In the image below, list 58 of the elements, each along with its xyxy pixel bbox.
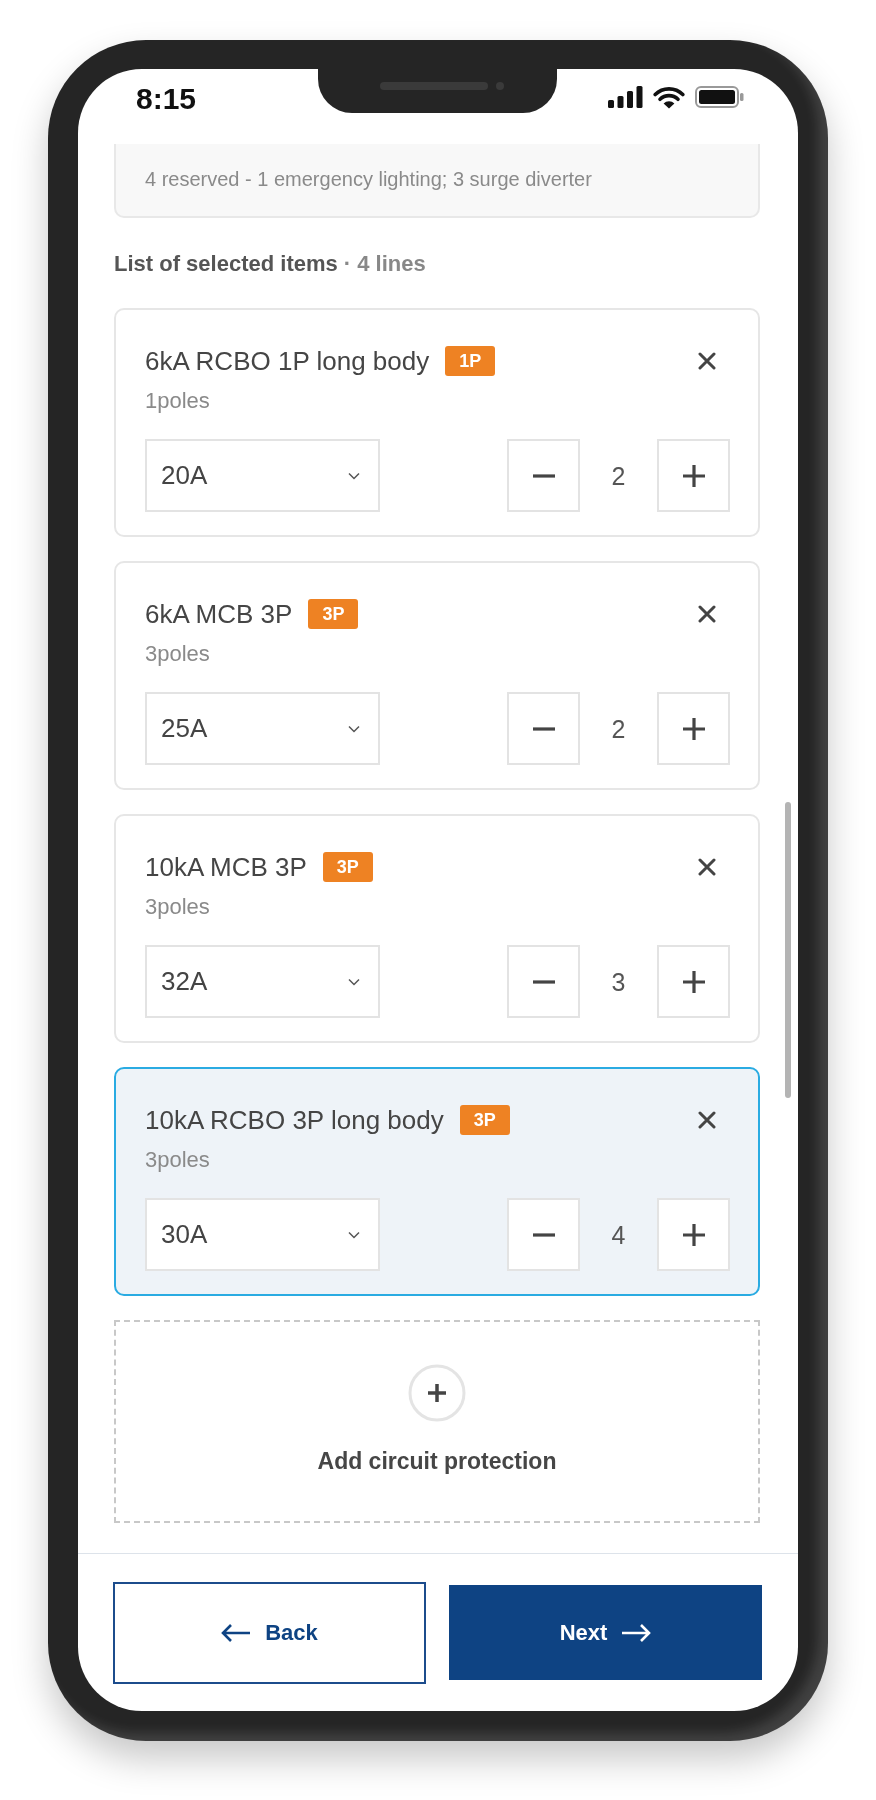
item-card[interactable]: 10kA MCB 3P 3P 3poles 32A 3 — [114, 814, 760, 1043]
plus-icon — [682, 717, 705, 740]
pole-badge: 3P — [459, 1105, 510, 1135]
wifi-icon — [653, 85, 685, 109]
signal-icon — [608, 86, 643, 108]
pole-badge: 3P — [322, 852, 373, 882]
item-card[interactable]: 6kA MCB 3P 3P 3poles 25A 2 — [114, 561, 760, 790]
minus-icon — [532, 1232, 555, 1237]
minus-icon — [532, 473, 555, 478]
plus-icon — [682, 464, 705, 487]
item-name: 6kA RCBO 1P long body — [145, 345, 430, 377]
chevron-down-icon — [348, 977, 360, 986]
scrollbar-thumb[interactable] — [785, 802, 791, 1098]
quantity-value: 3 — [610, 966, 627, 997]
status-time: 8:15 — [136, 82, 197, 116]
increase-button[interactable] — [657, 692, 730, 765]
plus-icon — [682, 1223, 705, 1246]
quantity-value: 2 — [610, 713, 627, 744]
item-card[interactable]: 10kA RCBO 3P long body 3P 3poles 30A 4 — [114, 1067, 760, 1296]
chevron-down-icon — [348, 1230, 360, 1239]
rating-dropdown[interactable]: 25A — [145, 692, 380, 765]
battery-icon — [695, 86, 744, 108]
rating-dropdown[interactable]: 30A — [145, 1198, 380, 1271]
back-button[interactable]: Back — [113, 1582, 426, 1684]
quantity-value: 4 — [610, 1219, 627, 1250]
poles-text: 3poles — [145, 893, 211, 921]
add-circuit-button[interactable]: Add circuit protection — [114, 1320, 760, 1523]
rating-dropdown[interactable]: 32A — [145, 945, 380, 1018]
next-button[interactable]: Next — [449, 1585, 762, 1680]
item-card[interactable]: 6kA RCBO 1P long body 1P 1poles 20A 2 — [114, 308, 760, 537]
pole-badge: 3P — [308, 599, 359, 629]
increase-button[interactable] — [657, 945, 730, 1018]
poles-text: 3poles — [145, 640, 211, 668]
plus-icon — [682, 970, 705, 993]
minus-icon — [532, 726, 555, 731]
poles-text: 1poles — [145, 387, 211, 415]
item-name: 10kA RCBO 3P long body — [145, 1104, 444, 1136]
quantity-value: 2 — [610, 460, 627, 491]
close-icon — [698, 1111, 716, 1129]
close-icon — [698, 858, 716, 876]
arrow-left-icon — [221, 1623, 252, 1643]
increase-button[interactable] — [657, 1198, 730, 1271]
notes-text: 4 reserved - 1 emergency lighting; 3 surge diverter — [145, 167, 593, 192]
rating-dropdown[interactable]: 20A — [145, 439, 380, 512]
pole-badge: 1P — [445, 346, 496, 376]
item-name: 6kA MCB 3P — [145, 598, 293, 630]
list-heading: List of selected items — [114, 250, 338, 278]
line-count: · 4 lines — [343, 250, 426, 278]
close-icon — [698, 352, 716, 370]
chevron-down-icon — [348, 471, 360, 480]
plus-circle-icon — [408, 1364, 466, 1422]
chevron-down-icon — [348, 724, 360, 733]
poles-text: 3poles — [145, 1146, 211, 1174]
increase-button[interactable] — [657, 439, 730, 512]
arrow-right-icon — [621, 1622, 652, 1643]
minus-icon — [532, 979, 555, 984]
close-icon — [698, 605, 716, 623]
item-name: 10kA MCB 3P — [145, 851, 307, 883]
